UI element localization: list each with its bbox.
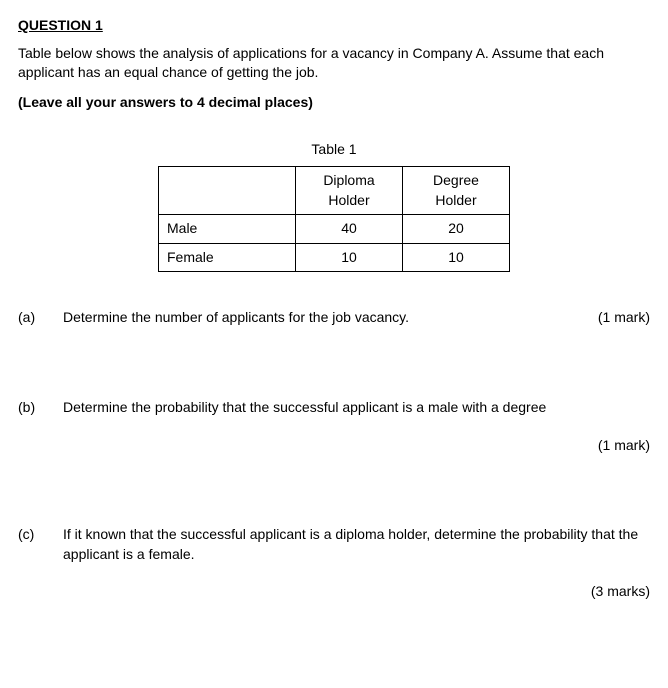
question-heading: QUESTION 1 xyxy=(18,16,650,36)
part-c-marks: (3 marks) xyxy=(63,582,650,602)
row-label-female: Female xyxy=(159,243,296,272)
table-wrap: Diploma Holder Degree Holder Male 40 20 … xyxy=(18,166,650,272)
part-a-label: (a) xyxy=(18,308,63,328)
table-row: Female 10 10 xyxy=(159,243,510,272)
part-a-body: Determine the number of applicants for t… xyxy=(63,308,650,328)
data-table: Diploma Holder Degree Holder Male 40 20 … xyxy=(158,166,510,272)
col-header-degree: Degree Holder xyxy=(403,166,510,214)
col-header-diploma: Diploma Holder xyxy=(296,166,403,214)
table-row: Male 40 20 xyxy=(159,215,510,244)
part-c-text: If it known that the successful applican… xyxy=(63,525,650,564)
part-c-body: If it known that the successful applican… xyxy=(63,525,650,602)
table-empty-corner xyxy=(159,166,296,214)
part-b-marks: (1 mark) xyxy=(63,436,650,456)
instruction-text: (Leave all your answers to 4 decimal pla… xyxy=(18,93,650,113)
cell-male-degree: 20 xyxy=(403,215,510,244)
cell-female-diploma: 10 xyxy=(296,243,403,272)
part-a: (a) Determine the number of applicants f… xyxy=(18,308,650,328)
part-b-body: Determine the probability that the succe… xyxy=(63,398,650,455)
part-a-marks: (1 mark) xyxy=(598,308,650,328)
part-c: (c) If it known that the successful appl… xyxy=(18,525,650,602)
table-caption: Table 1 xyxy=(18,140,650,160)
cell-female-degree: 10 xyxy=(403,243,510,272)
part-b-label: (b) xyxy=(18,398,63,418)
part-b: (b) Determine the probability that the s… xyxy=(18,398,650,455)
cell-male-diploma: 40 xyxy=(296,215,403,244)
part-c-label: (c) xyxy=(18,525,63,545)
row-label-male: Male xyxy=(159,215,296,244)
intro-text: Table below shows the analysis of applic… xyxy=(18,44,650,83)
table-header-row: Diploma Holder Degree Holder xyxy=(159,166,510,214)
part-b-text: Determine the probability that the succe… xyxy=(63,398,650,418)
part-a-text: Determine the number of applicants for t… xyxy=(63,309,409,325)
